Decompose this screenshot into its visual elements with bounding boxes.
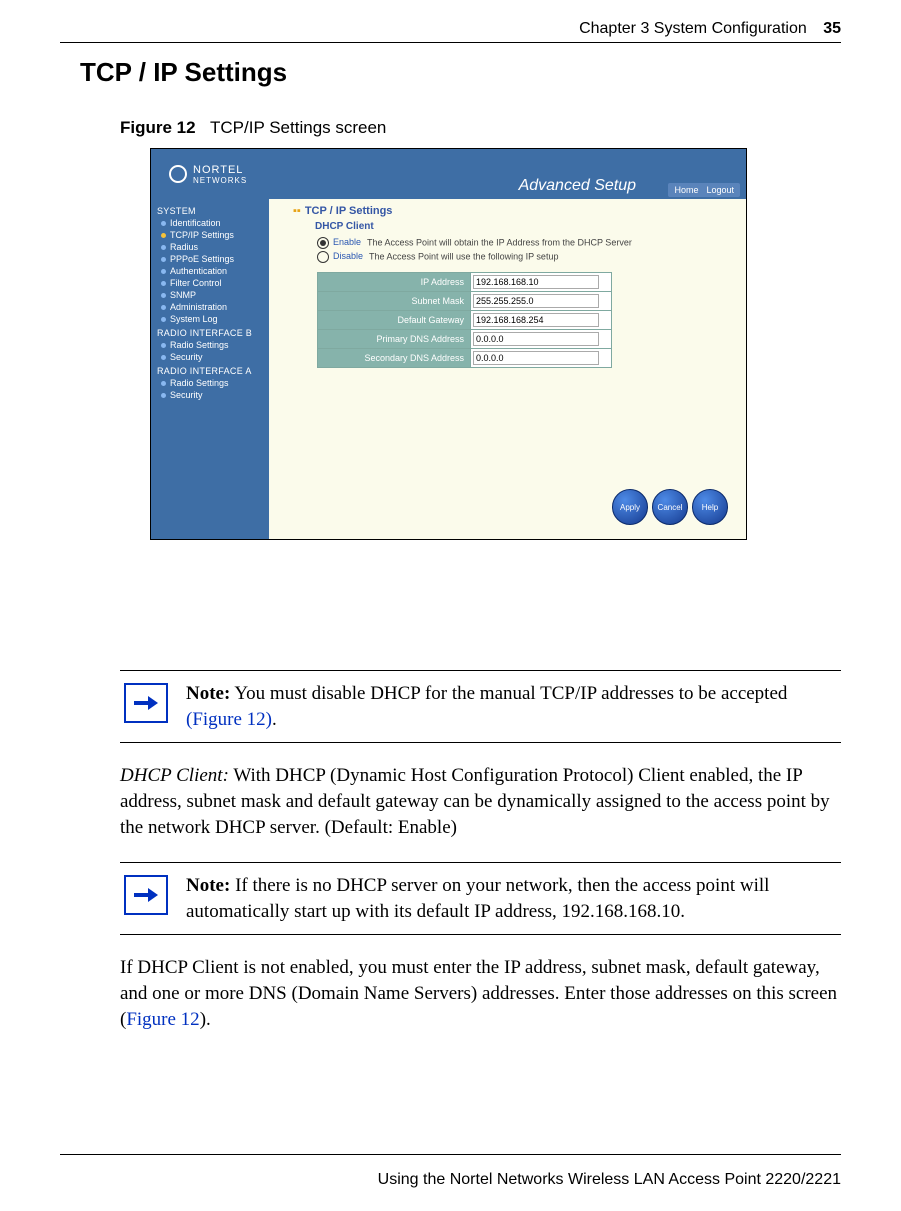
secondary-dns-label: Secondary DNS Address (318, 349, 471, 368)
brand-logo: NORTEL NETWORKS (151, 149, 247, 199)
figure-12-xref[interactable]: Figure 12 (126, 1009, 199, 1030)
sidebar-group-radio-b: RADIO INTERFACE B (151, 325, 269, 339)
brand-text-top: NORTEL (193, 164, 247, 176)
sidebar-item-radio-b-settings[interactable]: Radio Settings (151, 339, 269, 351)
home-link[interactable]: Home (674, 185, 698, 195)
sidebar-item-radio-a-security[interactable]: Security (151, 389, 269, 401)
radio-icon (317, 237, 329, 249)
table-row: Primary DNS Address (318, 330, 612, 349)
manual-ip-paragraph: If DHCP Client is not enabled, you must … (120, 955, 841, 1032)
footer-rule (60, 1154, 841, 1155)
running-header: Chapter 3 System Configuration 35 (60, 20, 841, 42)
table-row: Default Gateway (318, 311, 612, 330)
note-arrow-icon (124, 683, 168, 723)
figure-12-xref[interactable]: (Figure 12) (186, 709, 272, 730)
sidebar-item-snmp[interactable]: SNMP (151, 289, 269, 301)
sidebar-item-tcpip[interactable]: TCP/IP Settings (151, 229, 269, 241)
note-block-2: Note: If there is no DHCP server on your… (120, 862, 841, 935)
sidebar-item-auth[interactable]: Authentication (151, 265, 269, 277)
primary-dns-label: Primary DNS Address (318, 330, 471, 349)
ip-address-label: IP Address (318, 273, 471, 292)
note-block-1: Note: You must disable DHCP for the manu… (120, 670, 841, 743)
sidebar-group-system: SYSTEM (151, 203, 269, 217)
logout-link[interactable]: Logout (706, 185, 734, 195)
help-button[interactable]: Help (692, 489, 728, 525)
sidebar-item-radio-b-security[interactable]: Security (151, 351, 269, 363)
ip-address-input[interactable] (473, 275, 599, 289)
sidebar-item-syslog[interactable]: System Log (151, 313, 269, 325)
brand-text-bottom: NETWORKS (193, 176, 247, 185)
header-title: Advanced Setup (519, 177, 636, 195)
sidebar-group-radio-a: RADIO INTERFACE A (151, 363, 269, 377)
table-row: Subnet Mask (318, 292, 612, 311)
apply-button[interactable]: Apply (612, 489, 648, 525)
figure-caption-text: TCP/IP Settings screen (210, 118, 386, 137)
secondary-dns-input[interactable] (473, 351, 599, 365)
note-1-text: Note: You must disable DHCP for the manu… (186, 681, 836, 732)
subnet-mask-label: Subnet Mask (318, 292, 471, 311)
page-number: 35 (823, 20, 841, 37)
figure-caption: Figure 12 TCP/IP Settings screen (120, 118, 841, 138)
note-arrow-icon (124, 875, 168, 915)
ip-settings-table: IP Address Subnet Mask Default Gateway P… (317, 272, 612, 368)
header-links: Home Logout (668, 183, 740, 197)
button-bar: Apply Cancel Help (612, 489, 728, 525)
default-gateway-input[interactable] (473, 313, 599, 327)
dhcp-disable-radio[interactable]: DisableThe Access Point will use the fol… (269, 250, 746, 264)
cancel-button[interactable]: Cancel (652, 489, 688, 525)
running-footer: Using the Nortel Networks Wireless LAN A… (378, 1171, 841, 1189)
content-panel: ▪▪TCP / IP Settings DHCP Client EnableTh… (269, 199, 746, 539)
sidebar-item-identification[interactable]: Identification (151, 217, 269, 229)
radio-icon (317, 251, 329, 263)
title-marker-icon: ▪▪ (293, 205, 301, 217)
subnet-mask-input[interactable] (473, 294, 599, 308)
section-heading: TCP / IP Settings (80, 57, 841, 88)
nortel-ring-icon (169, 165, 187, 183)
dhcp-client-paragraph: DHCP Client: With DHCP (Dynamic Host Con… (120, 763, 841, 840)
sidebar-item-radius[interactable]: Radius (151, 241, 269, 253)
dhcp-section-title: DHCP Client (269, 219, 746, 236)
table-row: IP Address (318, 273, 612, 292)
sidebar-item-admin[interactable]: Administration (151, 301, 269, 313)
sidebar: SYSTEM Identification TCP/IP Settings Ra… (151, 199, 269, 539)
figure-screenshot: NORTEL NETWORKS Advanced Setup Home Logo… (150, 148, 747, 540)
sidebar-item-radio-a-settings[interactable]: Radio Settings (151, 377, 269, 389)
sidebar-item-filter[interactable]: Filter Control (151, 277, 269, 289)
table-row: Secondary DNS Address (318, 349, 612, 368)
dhcp-enable-radio[interactable]: EnableThe Access Point will obtain the I… (269, 236, 746, 250)
app-header: NORTEL NETWORKS Advanced Setup Home Logo… (151, 149, 746, 199)
note-2-text: Note: If there is no DHCP server on your… (186, 873, 836, 924)
chapter-title: Chapter 3 System Configuration (579, 20, 807, 37)
header-rule (60, 42, 841, 43)
content-title: ▪▪TCP / IP Settings (269, 199, 746, 219)
primary-dns-input[interactable] (473, 332, 599, 346)
sidebar-item-pppoe[interactable]: PPPoE Settings (151, 253, 269, 265)
figure-label: Figure 12 (120, 118, 196, 137)
default-gateway-label: Default Gateway (318, 311, 471, 330)
